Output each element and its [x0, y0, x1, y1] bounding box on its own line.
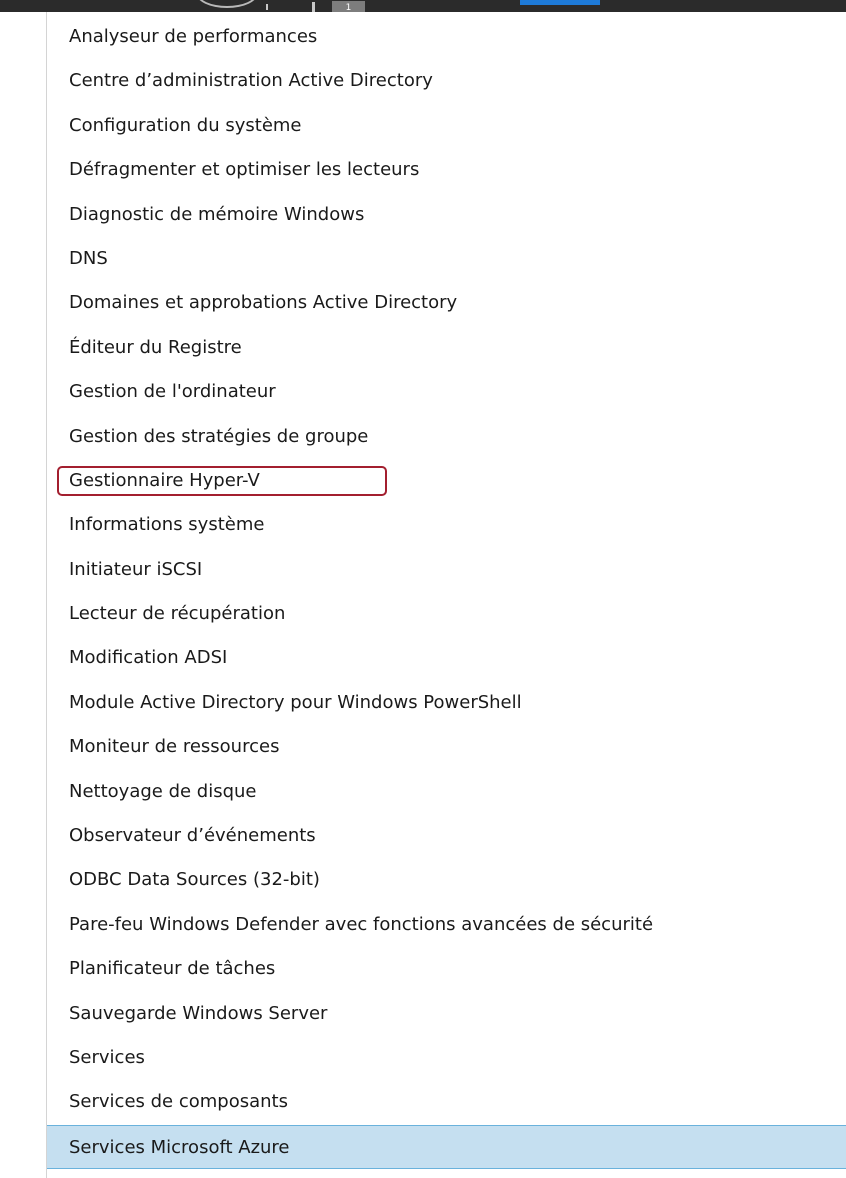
- menu-item-defragmenter-et-optimiser-les-lecteurs[interactable]: Défragmenter et optimiser les lecteurs: [47, 148, 846, 192]
- menu-item-label: Gestionnaire Hyper-V: [69, 469, 260, 491]
- menu-item-label: ODBC Data Sources (32-bit): [69, 869, 320, 891]
- menu-item-informations-systeme[interactable]: Informations système: [47, 503, 846, 547]
- menu-item-label: Centre d’administration Active Directory: [69, 70, 433, 92]
- menu-item-observateur-d-evenements[interactable]: Observateur d’événements: [47, 814, 846, 858]
- menu-item-label: Configuration du système: [69, 114, 302, 136]
- menu-item-domaines-et-approbations-active-directory[interactable]: Domaines et approbations Active Director…: [47, 281, 846, 325]
- menu-item-label: Lecteur de récupération: [69, 603, 286, 625]
- menu-item-label: Sauvegarde Windows Server: [69, 1002, 328, 1024]
- menu-gutter: [0, 12, 47, 1178]
- menu-item-services[interactable]: Services: [47, 1036, 846, 1080]
- menu-item-odbc-data-sources-32-bit[interactable]: ODBC Data Sources (32-bit): [47, 858, 846, 902]
- menu-item-gestion-de-l-ordinateur[interactable]: Gestion de l'ordinateur: [47, 370, 846, 414]
- menu-item-dns[interactable]: DNS: [47, 237, 846, 281]
- menu-item-label: Domaines et approbations Active Director…: [69, 292, 458, 314]
- menu-item-initiateur-iscsi[interactable]: Initiateur iSCSI: [47, 548, 846, 592]
- menu-item-configuration-du-systeme[interactable]: Configuration du système: [47, 104, 846, 148]
- menu-item-services-microsoft-azure[interactable]: Services Microsoft Azure: [47, 1124, 846, 1170]
- notification-badge[interactable]: 1: [332, 1, 365, 12]
- taskbar: 1: [0, 0, 846, 12]
- menu-item-nettoyage-de-disque[interactable]: Nettoyage de disque: [47, 770, 846, 814]
- menu-item-label: Diagnostic de mémoire Windows: [69, 203, 365, 225]
- menu-item-diagnostic-de-memoire-windows[interactable]: Diagnostic de mémoire Windows: [47, 193, 846, 237]
- menu-item-pare-feu-windows-defender-avec-fonctions-avancees-de-securite[interactable]: Pare-feu Windows Defender avec fonctions…: [47, 903, 846, 947]
- menu-item-moniteur-de-ressources[interactable]: Moniteur de ressources: [47, 725, 846, 769]
- menu-item-analyseur-de-performances[interactable]: Analyseur de performances: [47, 15, 846, 59]
- menu-item-planificateur-de-taches[interactable]: Planificateur de tâches: [47, 947, 846, 991]
- menu-item-label: Gestion de l'ordinateur: [69, 381, 276, 403]
- menu-item-module-active-directory-pour-windows-powershell[interactable]: Module Active Directory pour Windows Pow…: [47, 681, 846, 725]
- menu-item-label: Planificateur de tâches: [69, 958, 276, 980]
- server-manager-icon[interactable]: [312, 2, 315, 12]
- menu-item-modification-adsi[interactable]: Modification ADSI: [47, 636, 846, 680]
- menu-item-label: Module Active Directory pour Windows Pow…: [69, 691, 522, 713]
- menu-item-label: Éditeur du Registre: [69, 336, 242, 358]
- menu-item-label: Informations système: [69, 514, 265, 536]
- menu-item-label: Services: [69, 1046, 145, 1068]
- menu-item-gestionnaire-hyper-v[interactable]: Gestionnaire Hyper-V: [47, 459, 846, 503]
- menu-item-editeur-du-registre[interactable]: Éditeur du Registre: [47, 326, 846, 370]
- menu-item-label: Modification ADSI: [69, 647, 228, 669]
- menu-item-label: Moniteur de ressources: [69, 736, 280, 758]
- menu-item-label: Services Microsoft Azure: [69, 1136, 290, 1158]
- menu-item-sauvegarde-windows-server[interactable]: Sauvegarde Windows Server: [47, 992, 846, 1036]
- active-app-indicator[interactable]: [520, 0, 600, 5]
- task-view-icon[interactable]: [266, 4, 268, 10]
- menu-item-label: Gestion des stratégies de groupe: [69, 425, 369, 447]
- menu-item-label: Observateur d’événements: [69, 825, 316, 847]
- menu-item-label: Analyseur de performances: [69, 26, 318, 47]
- menu-item-label: Nettoyage de disque: [69, 780, 257, 802]
- search-icon[interactable]: [196, 0, 258, 8]
- menu-item-label: DNS: [69, 247, 108, 269]
- menu-item-lecteur-de-recuperation[interactable]: Lecteur de récupération: [47, 592, 846, 636]
- menu-item-label: Initiateur iSCSI: [69, 558, 203, 580]
- menu-item-label: Défragmenter et optimiser les lecteurs: [69, 159, 420, 181]
- admin-tools-menu: Analyseur de performances Centre d’admini…: [47, 15, 846, 1170]
- menu-item-label: Pare-feu Windows Defender avec fonctions…: [69, 913, 654, 935]
- menu-item-centre-d-administration-active-directory[interactable]: Centre d’administration Active Directory: [47, 59, 846, 103]
- menu-item-gestion-des-strategies-de-groupe[interactable]: Gestion des stratégies de groupe: [47, 415, 846, 459]
- menu-item-label: Services de composants: [69, 1091, 288, 1113]
- menu-item-services-de-composants[interactable]: Services de composants: [47, 1080, 846, 1124]
